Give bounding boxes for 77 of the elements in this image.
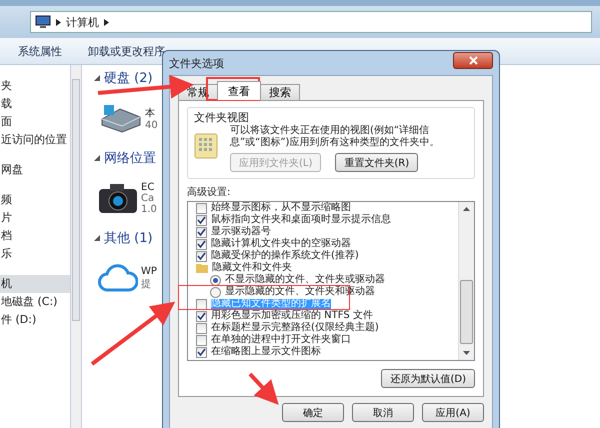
nav-item[interactable]: 面 xyxy=(0,113,70,131)
dialog-button[interactable]: 应用(A) xyxy=(422,403,484,422)
checkbox[interactable] xyxy=(196,310,207,322)
restore-defaults-button[interactable]: 还原为默认值(D) xyxy=(381,369,475,388)
setting-label[interactable]: 始终显示图标，从不显示缩略图 xyxy=(211,203,351,213)
item-detail: Ca xyxy=(141,192,156,204)
setting-label[interactable]: 鼠标指向文件夹和桌面项时显示提示信息 xyxy=(211,215,391,225)
scrollbar[interactable] xyxy=(458,202,474,360)
nav-item[interactable]: 网盘 xyxy=(0,161,70,179)
window-title: 文件夹选项 xyxy=(169,56,224,70)
nav-item[interactable]: 频 xyxy=(0,191,70,209)
checkbox[interactable] xyxy=(196,346,207,358)
setting-label[interactable]: 在标题栏显示完整路径(仅限经典主题) xyxy=(211,323,379,333)
checkbox[interactable] xyxy=(196,226,207,238)
annotation-arrow xyxy=(248,372,279,405)
setting-label[interactable]: 在缩略图上显示文件图标 xyxy=(211,347,321,357)
address-bar[interactable]: 计算机 xyxy=(30,11,592,33)
item-detail: 提 xyxy=(141,278,152,290)
cloud-icon xyxy=(98,264,138,292)
setting-label[interactable]: 显示驱动器号 xyxy=(211,227,271,237)
checkbox[interactable] xyxy=(196,322,207,334)
description-text: 可以将该文件夹正在使用的视图(例如“详细信息”或“图标”)应用到所有这种类型的文件夹中。 xyxy=(230,125,440,149)
nav-item[interactable]: 乐 xyxy=(0,245,70,263)
setting-label[interactable]: 在单独的进程中打开文件夹窗口 xyxy=(211,335,351,345)
chevron-icon xyxy=(56,18,61,26)
item-detail: 40 xyxy=(145,120,158,130)
section-label: 高级设置: xyxy=(187,186,232,199)
setting-label[interactable]: 不显示隐藏的文件、文件夹或驱动器 xyxy=(225,275,385,285)
computer-icon xyxy=(35,15,51,29)
dialog-button[interactable]: 取消 xyxy=(352,403,414,422)
nav-item[interactable]: 夹 xyxy=(0,77,70,95)
folder-icon xyxy=(196,263,208,273)
radio-button[interactable] xyxy=(210,274,221,286)
nav-item[interactable]: 载 xyxy=(0,95,70,113)
folder-view-icon xyxy=(194,133,218,159)
checkbox[interactable] xyxy=(196,202,207,214)
breadcrumb-item[interactable]: 计算机 xyxy=(66,14,99,30)
radio-button[interactable] xyxy=(210,286,221,298)
checkbox[interactable] xyxy=(196,250,207,262)
camera-icon xyxy=(98,182,138,214)
collapse-triangle-icon[interactable] xyxy=(94,75,100,81)
collapse-triangle-icon[interactable] xyxy=(94,235,100,241)
nav-item[interactable]: 近访问的位置 xyxy=(0,131,70,149)
close-button[interactable] xyxy=(453,52,493,68)
scroll-up-icon[interactable] xyxy=(463,207,470,211)
nav-item[interactable]: 档 xyxy=(0,227,70,245)
chevron-icon xyxy=(104,18,109,26)
nav-item[interactable]: 地磁盘 (C:) xyxy=(0,293,70,311)
checkbox[interactable] xyxy=(196,334,207,346)
setting-label[interactable]: 隐藏受保护的操作系统文件(推荐) xyxy=(211,251,359,261)
checkbox[interactable] xyxy=(196,238,207,250)
nav-item[interactable]: 件 (D:) xyxy=(0,311,70,329)
item-name: WP xyxy=(141,266,157,276)
folder-button[interactable]: 重置文件夹(R) xyxy=(335,153,418,172)
tab[interactable]: 查看 xyxy=(217,81,261,100)
scroll-down-icon[interactable] xyxy=(463,351,470,355)
toolbar-button[interactable]: 系统属性 xyxy=(16,42,64,60)
group-title: 文件夹视图 xyxy=(194,110,250,124)
group-header[interactable]: 网络位置 xyxy=(104,149,156,167)
group-header[interactable]: 硬盘 (2) xyxy=(104,69,153,87)
nav-item[interactable]: 片 xyxy=(0,209,70,227)
setting-label[interactable]: 隐藏文件和文件夹 xyxy=(212,263,292,273)
close-icon xyxy=(468,56,478,64)
checkbox[interactable] xyxy=(196,214,207,226)
setting-label[interactable]: 用彩色显示加密或压缩的 NTFS 文件 xyxy=(211,311,373,321)
item-name: 本 xyxy=(145,106,156,120)
item-name: EC xyxy=(141,182,156,192)
scrollbar[interactable] xyxy=(70,65,82,428)
toolbar-button[interactable]: 卸载或更改程序 xyxy=(86,42,167,60)
checkbox[interactable] xyxy=(196,298,207,310)
tab[interactable]: 搜索 xyxy=(260,84,300,100)
dialog-button[interactable]: 确定 xyxy=(282,403,344,422)
nav-item[interactable]: 机 xyxy=(0,275,70,293)
collapse-triangle-icon[interactable] xyxy=(94,155,100,161)
item-detail: 1.0 xyxy=(141,204,157,214)
group-header[interactable]: 其他 (1) xyxy=(104,229,153,247)
setting-label[interactable]: 隐藏计算机文件夹中的空驱动器 xyxy=(211,239,351,249)
